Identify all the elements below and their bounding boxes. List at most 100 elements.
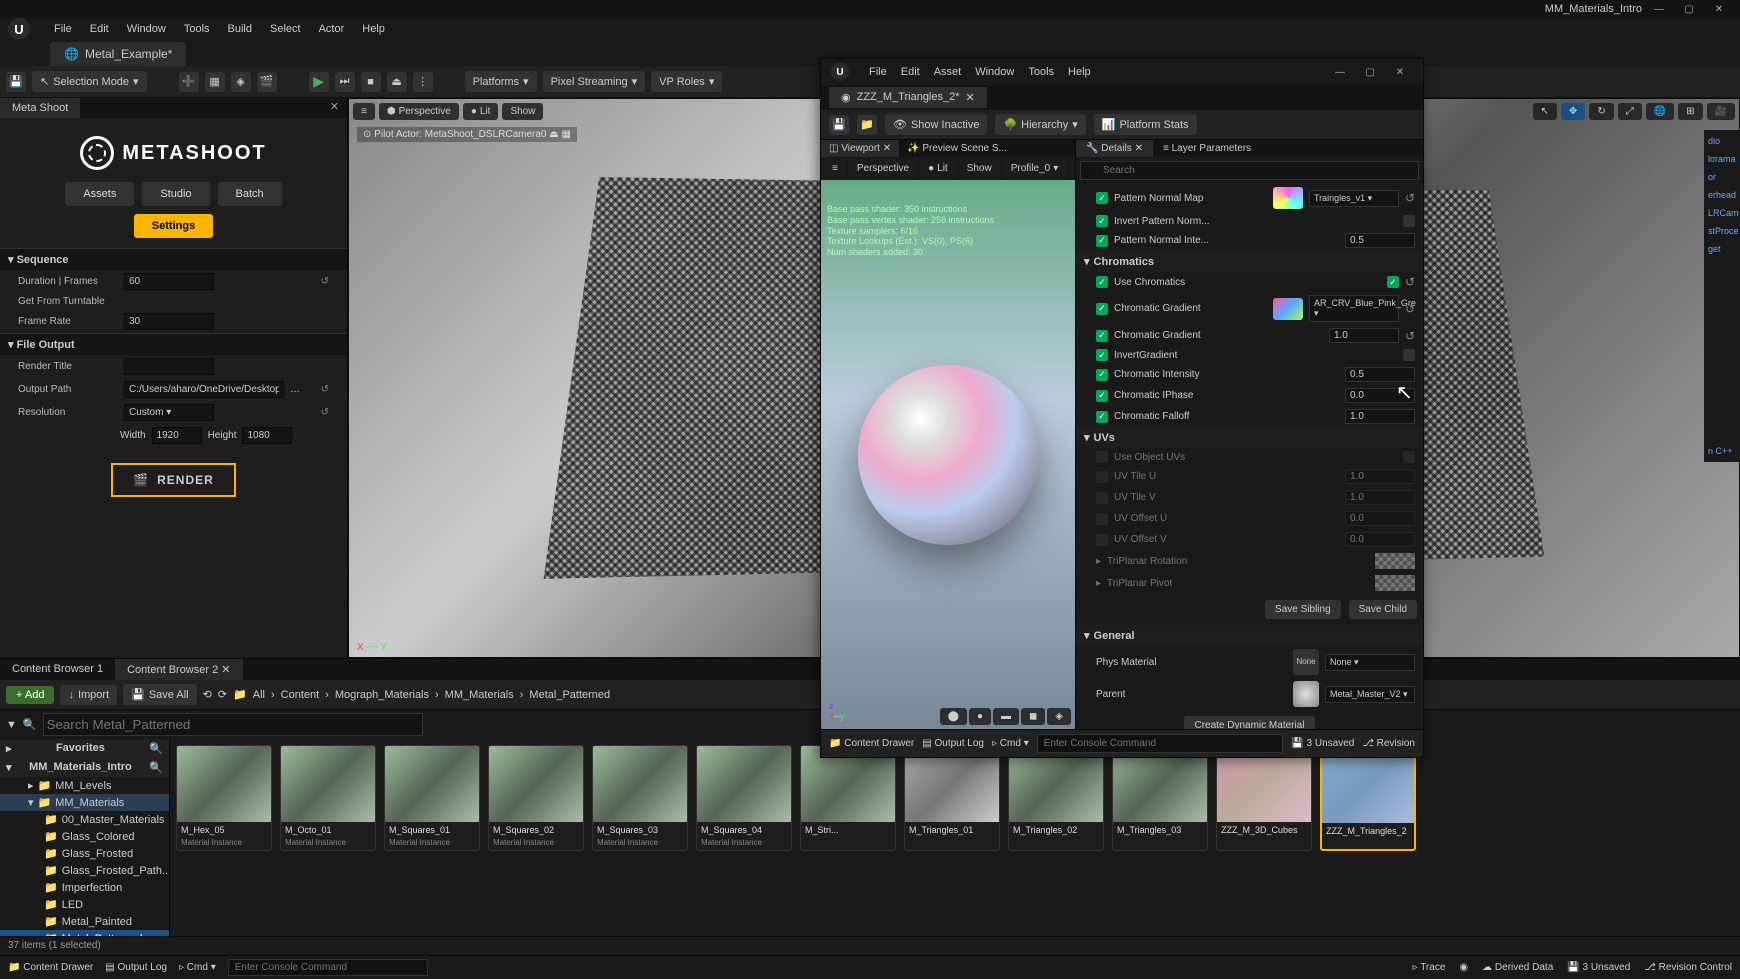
snap-icon[interactable]: ⊞ xyxy=(1678,103,1702,120)
platforms-dropdown[interactable]: Platforms▾ xyxy=(465,71,537,92)
crumb[interactable]: Content xyxy=(279,689,322,701)
add-content-icon[interactable]: ➕ xyxy=(179,72,199,92)
checkbox-icon[interactable]: ✓ xyxy=(1096,349,1108,361)
cb-asset-grid[interactable]: M_Hex_05 Material Instance M_Octo_01 Mat… xyxy=(170,739,1740,936)
cmd-dropdown[interactable]: ▹ Cmd ▾ xyxy=(179,962,216,973)
translate-mode-icon[interactable]: ✥ xyxy=(1561,103,1585,120)
asset-tile[interactable]: M_Triangles_02 xyxy=(1008,745,1104,851)
plane-shape-icon[interactable]: ▬ xyxy=(993,708,1019,725)
revision-button[interactable]: ⎇ Revision Control xyxy=(1644,962,1732,973)
cylinder-shape-icon[interactable]: ⬤ xyxy=(940,708,967,725)
me-browse-icon[interactable]: 📁 xyxy=(857,115,877,135)
show-inactive-button[interactable]: 👁 Show Inactive xyxy=(885,114,987,135)
reset-icon[interactable]: ↺ xyxy=(1405,329,1415,343)
options-icon[interactable]: ⋮ xyxy=(413,72,433,92)
asset-tile[interactable]: ZZZ_M_Triangles_2 xyxy=(1320,745,1416,851)
dock-item[interactable]: or xyxy=(1706,170,1738,184)
float-input[interactable] xyxy=(1345,511,1415,526)
show-dropdown[interactable]: Show xyxy=(502,103,543,120)
float-input[interactable] xyxy=(1329,328,1399,343)
dock-item[interactable]: dio xyxy=(1706,134,1738,148)
me-viewport-tab[interactable]: ◫ Viewport ✕ xyxy=(821,140,899,157)
assets-button[interactable]: Assets xyxy=(65,182,134,206)
me-save-icon[interactable]: 💾 xyxy=(829,115,849,135)
me-preview-viewport[interactable]: Base pass shader: 350 instructions Base … xyxy=(821,180,1075,729)
stop-button[interactable]: ■ xyxy=(361,72,381,92)
sphere-shape-icon[interactable]: ● xyxy=(969,708,991,725)
preview-sphere[interactable] xyxy=(858,365,1038,545)
me-unsaved-label[interactable]: 💾 3 Unsaved xyxy=(1291,738,1354,749)
save-child-button[interactable]: Save Child xyxy=(1349,600,1417,619)
search-icon[interactable]: 🔍 xyxy=(149,761,163,774)
asset-tile[interactable]: M_Triangles_03 xyxy=(1112,745,1208,851)
dock-item[interactable]: get xyxy=(1706,242,1738,256)
checkbox-icon[interactable]: ✓ xyxy=(1096,303,1108,315)
step-button[interactable]: ⏭ xyxy=(335,72,355,92)
me-show[interactable]: Show xyxy=(959,160,1000,177)
asset-tile[interactable]: M_Squares_04 Material Instance xyxy=(696,745,792,851)
platform-stats-button[interactable]: 📊 Platform Stats xyxy=(1094,114,1197,135)
cube-shape-icon[interactable]: ◼ xyxy=(1021,708,1045,725)
menu-tools[interactable]: Tools xyxy=(184,23,210,35)
hierarchy-dropdown[interactable]: 🌳 Hierarchy ▾ xyxy=(995,114,1085,135)
play-button[interactable]: ▶ xyxy=(309,72,329,92)
tree-node[interactable]: 📁Imperfection xyxy=(0,879,169,896)
save-icon[interactable]: 💾 xyxy=(6,72,26,92)
me-maximize[interactable]: ▢ xyxy=(1357,65,1383,79)
dock-item[interactable]: erhead xyxy=(1706,188,1738,202)
checkbox-icon[interactable] xyxy=(1096,451,1108,463)
me-menu-window[interactable]: Window xyxy=(975,66,1014,78)
cb-tab-2[interactable]: Content Browser 2 ✕ xyxy=(115,659,242,680)
cmd-input[interactable] xyxy=(228,959,428,976)
reset-icon[interactable]: ↺ xyxy=(321,276,329,287)
checker-swatch-icon[interactable] xyxy=(1375,575,1415,591)
me-menu-asset[interactable]: Asset xyxy=(934,66,962,78)
me-vp-menu[interactable]: ≡ xyxy=(824,160,846,177)
favorites-header[interactable]: ▸ Favorites 🔍 xyxy=(0,739,169,758)
texture-dropdown[interactable]: Traingles_v1 ▾ xyxy=(1309,190,1399,207)
cb-tree[interactable]: ▸ Favorites 🔍 ▾ MM_Materials_Intro 🔍 ▸📁M… xyxy=(0,739,170,936)
import-button[interactable]: ↓ Import xyxy=(60,685,117,705)
me-revision-label[interactable]: ⎇ Revision xyxy=(1362,738,1415,749)
perspective-dropdown[interactable]: ⬢ Perspective xyxy=(379,103,459,120)
float-input[interactable] xyxy=(1345,532,1415,547)
reset-icon[interactable]: ↺ xyxy=(1405,302,1415,316)
marketplace-icon[interactable]: ▦ xyxy=(205,72,225,92)
menu-file[interactable]: File xyxy=(54,23,72,35)
value-checkbox[interactable]: ✓ xyxy=(1387,276,1399,288)
checker-swatch-icon[interactable] xyxy=(1375,553,1415,569)
gradient-dropdown[interactable]: AR_CRV_Blue_Pink_Gre ▾ xyxy=(1309,295,1399,322)
select-mode-icon[interactable]: ↖ xyxy=(1533,103,1557,120)
tree-node[interactable]: 📁00_Master_Materials xyxy=(0,811,169,828)
tree-node[interactable]: 📁LED xyxy=(0,896,169,913)
texture-swatch-icon[interactable] xyxy=(1273,187,1303,209)
me-asset-tab[interactable]: ◉ ZZZ_M_Triangles_2* ✕ xyxy=(829,87,987,108)
gradient-swatch-icon[interactable] xyxy=(1273,298,1303,320)
checkbox-icon[interactable] xyxy=(1096,471,1108,483)
asset-tile[interactable]: M_Squares_02 Material Instance xyxy=(488,745,584,851)
maximize-button[interactable]: ▢ xyxy=(1676,2,1702,16)
crumb[interactable]: Metal_Patterned xyxy=(527,689,612,701)
create-dynamic-button[interactable]: Create Dynamic Material xyxy=(1184,716,1314,729)
asset-tile[interactable]: M_Triangles_01 xyxy=(904,745,1000,851)
duration-input[interactable] xyxy=(124,273,214,290)
lit-dropdown[interactable]: ● Lit xyxy=(463,103,499,120)
dock-item[interactable]: lorama xyxy=(1706,152,1738,166)
blueprints-icon[interactable]: ◈ xyxy=(231,72,251,92)
me-menu-file[interactable]: File xyxy=(869,66,887,78)
globe-mode-icon[interactable]: 🌐 xyxy=(1646,103,1674,120)
drawer-button[interactable]: 📁 Content Drawer xyxy=(8,962,93,973)
cb-search-input[interactable] xyxy=(43,713,423,736)
reset-icon[interactable]: ↺ xyxy=(1405,191,1415,205)
asset-tile[interactable]: M_Octo_01 Material Instance xyxy=(280,745,376,851)
add-button[interactable]: + Add xyxy=(6,686,54,704)
asset-tile[interactable]: M_Squares_01 Material Instance xyxy=(384,745,480,851)
resolution-dropdown[interactable]: Custom ▾ xyxy=(124,404,214,421)
pilot-actor-label[interactable]: ⊙ Pilot Actor: MetaShoot_DSLRCamera0 ⏏ ▦ xyxy=(357,127,577,142)
menu-edit[interactable]: Edit xyxy=(90,23,109,35)
height-input[interactable] xyxy=(242,427,292,444)
camera-speed-icon[interactable]: 🎥 xyxy=(1707,103,1735,120)
float-input[interactable] xyxy=(1345,469,1415,484)
cb-tab-1[interactable]: Content Browser 1 xyxy=(0,659,115,680)
float-input[interactable] xyxy=(1345,388,1415,403)
